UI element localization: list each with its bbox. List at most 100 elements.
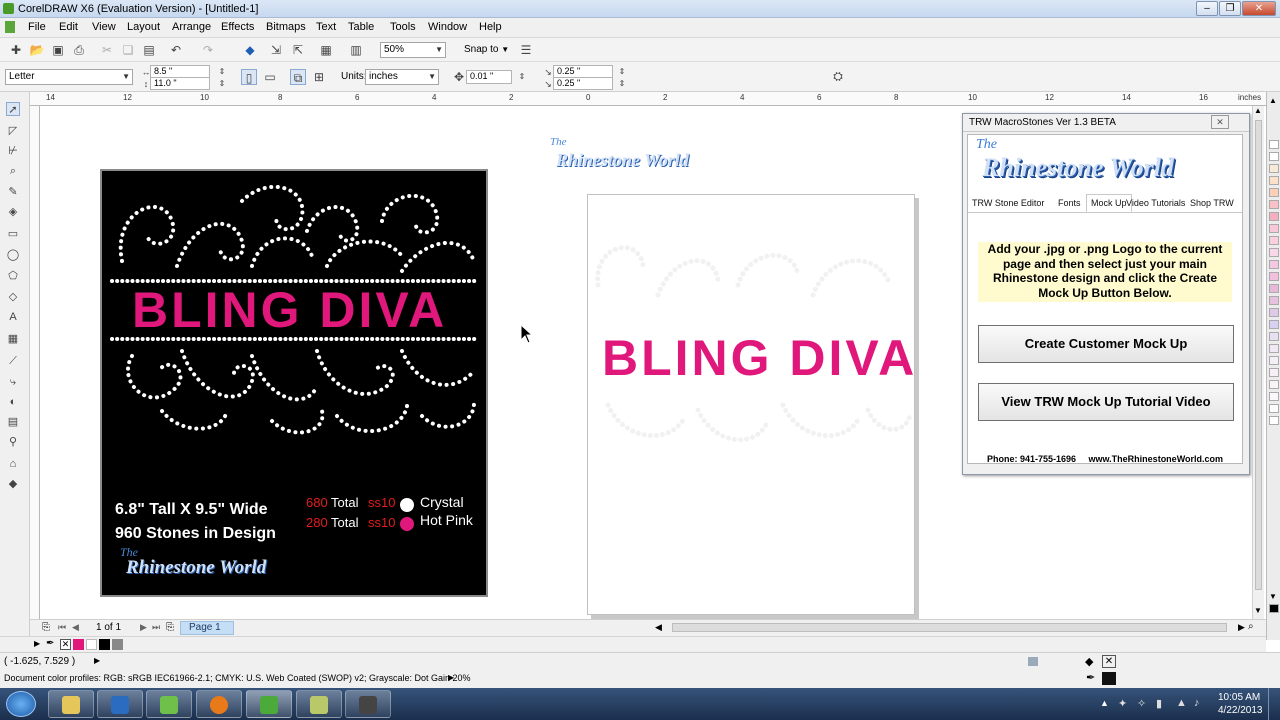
dialog-close-button[interactable]: ✕: [1211, 115, 1229, 129]
page-1-document[interactable]: BLING DIVA: [587, 194, 915, 615]
color-swatch[interactable]: [1269, 344, 1279, 353]
color-profiles-text[interactable]: Document color profiles: RGB: sRGB IEC61…: [4, 673, 471, 683]
canvas-logo-name[interactable]: Rhinestone World: [556, 150, 689, 171]
page-options-icon[interactable]: ⎘: [42, 622, 50, 633]
rectangle-tool-icon[interactable]: ▭: [6, 227, 20, 241]
create-mock-up-button[interactable]: Create Customer Mock Up: [978, 325, 1234, 363]
menu-window[interactable]: Window: [428, 21, 467, 33]
snap-to-dropdown[interactable]: Snap to ▼: [464, 44, 509, 55]
rhinestone-design[interactable]: BLING DIVA 6.8" Tall X 9.5" Wide 960 Sto…: [100, 169, 488, 597]
macro-icon[interactable]: ⛭: [830, 68, 846, 84]
fill-tool-icon[interactable]: ◆: [6, 477, 20, 491]
minimize-button[interactable]: –: [1196, 1, 1218, 16]
outline-color-swatch[interactable]: [1102, 672, 1116, 685]
tab-fonts[interactable]: Fonts: [1058, 198, 1081, 208]
ellipse-tool-icon[interactable]: ◯: [6, 248, 20, 262]
print-icon[interactable]: ⎙: [71, 42, 87, 58]
color-swatch[interactable]: [1269, 272, 1279, 281]
color-swatch[interactable]: [1269, 212, 1279, 221]
blend-tool-icon[interactable]: ◐: [6, 395, 20, 409]
start-button[interactable]: [6, 691, 36, 717]
clock-time[interactable]: 10:05 AM: [1218, 692, 1260, 703]
tray-icon[interactable]: ✧: [1137, 697, 1146, 710]
macro-taskbar-button[interactable]: [345, 690, 391, 718]
color-swatch[interactable]: [1269, 416, 1279, 425]
color-swatch[interactable]: [1269, 284, 1279, 293]
vertical-scroll-thumb[interactable]: [1255, 120, 1262, 590]
palette-scroll-down-icon[interactable]: ▼: [1269, 592, 1277, 601]
zoom-level-select[interactable]: 50% ▼: [380, 42, 446, 58]
add-page-icon[interactable]: ⎘: [166, 622, 174, 633]
firefox-taskbar-button[interactable]: [196, 690, 242, 718]
media-player-taskbar-button[interactable]: [97, 690, 143, 718]
tray-expand-icon[interactable]: ▲: [1100, 698, 1109, 708]
save-icon[interactable]: ▣: [50, 42, 66, 58]
hot-pink-doc-swatch[interactable]: [73, 639, 84, 650]
menu-arrange[interactable]: Arrange: [172, 21, 211, 33]
page-1-tab[interactable]: Page 1: [180, 621, 234, 635]
close-button[interactable]: ✕: [1242, 1, 1276, 16]
dimension-tool-icon[interactable]: ⟋: [6, 354, 20, 368]
color-swatch[interactable]: [1269, 296, 1279, 305]
crop-tool-icon[interactable]: ⊬: [6, 144, 20, 158]
eyedropper-tool-icon[interactable]: ⚲: [6, 435, 20, 449]
nudge-distance-field[interactable]: 0.01 ": [466, 70, 512, 84]
next-page-icon[interactable]: ▶: [140, 622, 147, 633]
fill-none-icon[interactable]: ✕: [1102, 655, 1116, 668]
coreldraw-taskbar-button[interactable]: [146, 690, 192, 718]
no-fill-swatch[interactable]: ✕: [60, 639, 71, 650]
color-swatch[interactable]: [1269, 332, 1279, 341]
signal-icon[interactable]: ▲: [1176, 697, 1187, 709]
vertical-scrollbar[interactable]: ▲ ▼: [1252, 106, 1264, 619]
coreldraw-active-taskbar-button[interactable]: [246, 690, 292, 718]
status-arrow-icon[interactable]: ▶: [94, 656, 100, 665]
smart-fill-icon[interactable]: ◈: [6, 205, 20, 219]
all-pages-icon[interactable]: ⧉: [290, 69, 306, 85]
horizontal-scrollbar[interactable]: [672, 623, 1227, 632]
new-icon[interactable]: ✚: [8, 42, 24, 58]
menu-text[interactable]: Text: [316, 21, 336, 33]
profiles-arrow-icon[interactable]: ▶: [448, 673, 454, 682]
menu-tools[interactable]: Tools: [390, 21, 416, 33]
undo-icon[interactable]: ↶: [168, 42, 184, 58]
palette-menu-icon[interactable]: ▶: [34, 639, 40, 648]
color-swatch[interactable]: [1269, 176, 1279, 185]
no-color-swatch[interactable]: [1269, 140, 1279, 149]
application-launcher-icon[interactable]: ▥: [348, 42, 364, 58]
scroll-up-icon[interactable]: ▲: [1254, 106, 1262, 115]
outline-tool-icon[interactable]: ⌂: [6, 457, 20, 471]
polygon-tool-icon[interactable]: ⬠: [6, 269, 20, 283]
menu-view[interactable]: View: [92, 21, 116, 33]
page-size-select[interactable]: Letter ▼: [5, 69, 133, 85]
tab-mock-up[interactable]: Mock Up: [1086, 194, 1132, 212]
network-icon[interactable]: ▮: [1156, 697, 1162, 710]
current-page-icon[interactable]: ⊞: [311, 69, 327, 85]
black-doc-swatch[interactable]: [99, 639, 110, 650]
volume-icon[interactable]: ♪: [1194, 697, 1200, 709]
height-spin-icon[interactable]: ⇕: [214, 76, 230, 92]
notes-taskbar-button[interactable]: [296, 690, 342, 718]
freehand-tool-icon[interactable]: ✎: [6, 185, 20, 199]
zoom-navigator-icon[interactable]: ⌕: [1248, 621, 1254, 632]
export-icon[interactable]: ⇱: [290, 42, 306, 58]
color-swatch[interactable]: [1269, 200, 1279, 209]
color-swatch[interactable]: [1269, 404, 1279, 413]
shape-tool-icon[interactable]: ◸: [6, 124, 20, 138]
menu-effects[interactable]: Effects: [221, 21, 254, 33]
color-swatch[interactable]: [1269, 320, 1279, 329]
canvas-logo-the[interactable]: The: [550, 136, 567, 148]
gray-doc-swatch[interactable]: [112, 639, 123, 650]
cut-icon[interactable]: ✂: [99, 42, 115, 58]
basic-shapes-icon[interactable]: ◇: [6, 290, 20, 304]
tab-trw-stone-editor[interactable]: TRW Stone Editor: [972, 198, 1044, 208]
portrait-icon[interactable]: ▯: [241, 69, 257, 85]
redo-icon[interactable]: ↷: [200, 42, 216, 58]
transparency-tool-icon[interactable]: ▤: [6, 415, 20, 429]
scroll-left-icon[interactable]: ◀: [655, 622, 662, 633]
duplicate-y-field[interactable]: 0.25 ": [553, 77, 613, 90]
paste-icon[interactable]: ▤: [141, 42, 157, 58]
dup-y-spin-icon[interactable]: ⇕: [614, 76, 630, 92]
color-swatch[interactable]: [1269, 224, 1279, 233]
color-swatch[interactable]: [1269, 248, 1279, 257]
copy-icon[interactable]: ❏: [120, 42, 136, 58]
